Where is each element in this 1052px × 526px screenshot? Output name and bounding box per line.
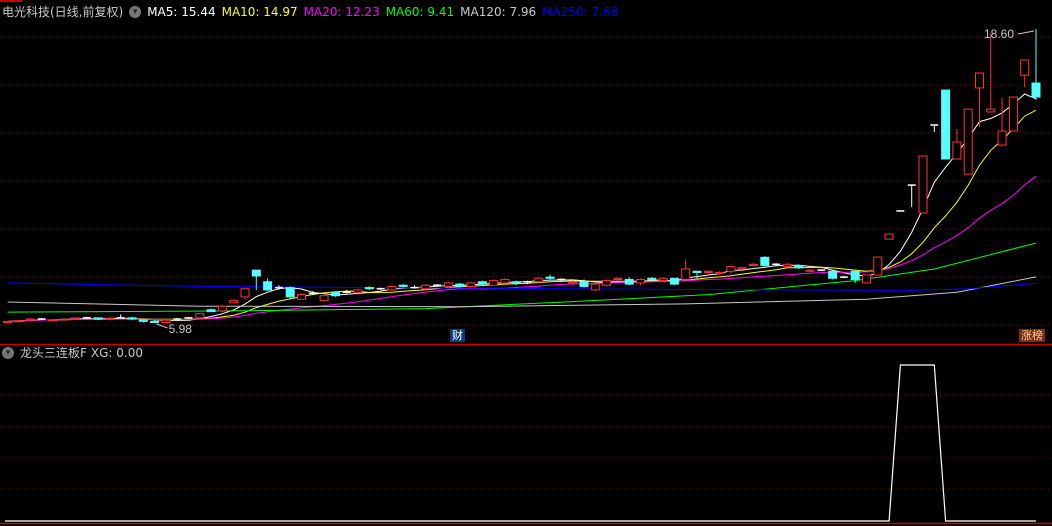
finance-badge[interactable]: 财: [450, 329, 465, 342]
candle-up: [14, 320, 24, 323]
ma10-label: MA10: 14.97: [221, 5, 298, 19]
candle-up: [997, 130, 1007, 146]
arrow-icon: [1017, 30, 1035, 35]
candle-up: [1008, 96, 1018, 132]
candle-up: [681, 268, 691, 280]
candle-down: [941, 89, 951, 160]
candle-up: [217, 305, 227, 312]
candle-up: [466, 282, 476, 287]
candle-up: [737, 267, 747, 270]
ma60-line: [7, 242, 1037, 313]
candle-down: [794, 264, 804, 269]
candle-up: [782, 263, 792, 268]
candle-down: [330, 291, 340, 297]
candle-down: [150, 320, 160, 324]
candle-down: [511, 281, 521, 284]
candle-up: [986, 108, 996, 113]
chevron-down-icon[interactable]: ▾: [129, 6, 142, 18]
stock-title: 电光科技(日线,前复权): [2, 5, 124, 19]
candle-down: [398, 284, 408, 287]
candle-up: [862, 274, 871, 284]
candle-up: [71, 317, 80, 320]
high-price-label: 18.60: [984, 27, 1014, 41]
candle-up: [613, 277, 623, 280]
candle-up: [602, 280, 612, 286]
candle-up: [726, 266, 736, 272]
candle-down: [828, 270, 838, 279]
candle-up: [805, 269, 815, 272]
candle-up: [387, 285, 397, 291]
candle-up: [297, 294, 306, 300]
candle-down: [206, 309, 216, 313]
candle-up: [443, 282, 453, 287]
candle-up: [489, 280, 499, 286]
stock-chart[interactable]: 18.60 5.98: [0, 0, 1052, 526]
candle-down: [545, 276, 555, 279]
candle-down: [251, 269, 261, 277]
candle-up: [918, 155, 928, 214]
indicator-title: 龙头三连板F: [20, 346, 87, 360]
candle-up: [873, 256, 883, 276]
candle-down: [760, 256, 770, 266]
ma10-line: [7, 109, 1037, 322]
candle-down: [647, 277, 657, 280]
ma120-line: [7, 276, 1037, 308]
candle-up: [658, 277, 668, 282]
candle-up: [749, 263, 758, 266]
candle-up: [59, 318, 69, 321]
candle-down: [477, 281, 487, 285]
candle-down: [669, 277, 679, 285]
candle-down: [138, 319, 148, 322]
candle-up: [952, 141, 962, 160]
candle-down: [285, 287, 295, 298]
ma20-label: MA20: 12.23: [303, 5, 380, 19]
limit-up-badge[interactable]: 涨榜: [1019, 329, 1045, 342]
candle-up: [229, 299, 239, 304]
candle-up: [48, 319, 58, 322]
ma5-label: MA5: 15.44: [147, 5, 216, 19]
low-price-label: 5.98: [169, 322, 193, 336]
candle-up: [884, 233, 894, 240]
candle-up: [319, 295, 329, 301]
candle-down: [263, 281, 273, 291]
candle-up: [240, 288, 250, 298]
candle-down: [455, 283, 465, 287]
candle-up: [963, 108, 973, 175]
candle-down: [93, 317, 103, 320]
ma250-label: MA250: 7.68: [542, 5, 619, 19]
candle-up: [534, 277, 544, 283]
main-chart-header: 电光科技(日线,前复权) ▾ MA5: 15.44 MA10: 14.97 MA…: [2, 3, 624, 21]
indicator-header: ▾ 龙头三连板F XG: 0.00: [2, 344, 149, 362]
candle-down: [624, 278, 634, 285]
candle-up: [421, 284, 431, 290]
arrow-icon: [156, 323, 168, 329]
candle-up: [3, 320, 13, 324]
xg-signal-line: [5, 364, 1036, 522]
ma120-label: MA120: 7.96: [460, 5, 537, 19]
candle-down: [127, 317, 137, 320]
candle-up: [703, 270, 713, 273]
indicator-value: XG: 0.00: [90, 346, 144, 360]
candle-up: [975, 72, 984, 89]
candle-up: [25, 318, 35, 321]
candle-down: [579, 281, 589, 287]
candle-up: [568, 281, 578, 284]
candle-up: [195, 313, 205, 319]
candle-up: [1020, 59, 1030, 76]
candle-down: [850, 270, 860, 280]
candle-up: [715, 271, 725, 275]
ma60-label: MA60: 9.41: [385, 5, 455, 19]
candle-up: [636, 278, 645, 284]
candle-up: [590, 283, 600, 291]
candle-up: [500, 278, 510, 284]
chevron-down-icon[interactable]: ▾: [2, 347, 14, 359]
candle-up: [104, 317, 114, 320]
candle-down: [364, 287, 374, 290]
ma20-line: [7, 175, 1037, 322]
candle-down: [1031, 82, 1041, 98]
candle-up: [353, 289, 363, 293]
candle-down: [692, 270, 702, 273]
